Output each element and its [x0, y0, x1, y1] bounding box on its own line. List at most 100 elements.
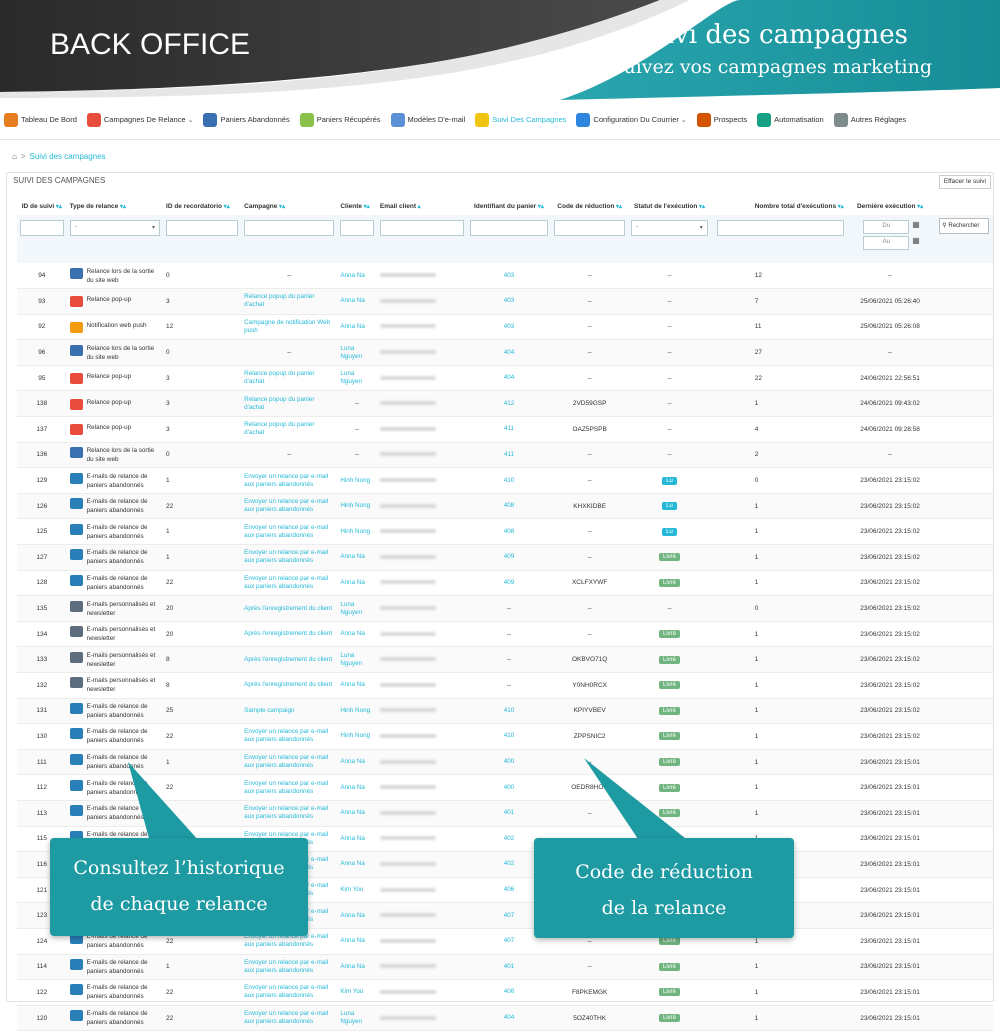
table-row[interactable]: 128 E-mails de relance de paniers abandon…	[17, 570, 993, 597]
filter-id-input[interactable]	[20, 220, 64, 236]
cart-link[interactable]: 403	[504, 323, 515, 330]
cart-link[interactable]: 404	[504, 374, 515, 381]
table-row[interactable]: 122 E-mails de relance de paniers abandon…	[17, 979, 993, 1006]
cart-link[interactable]: 411	[504, 425, 514, 432]
cart-link[interactable]: 402	[504, 860, 515, 867]
cart-link[interactable]: 406	[504, 886, 515, 893]
table-row[interactable]: 137 Relance pop-up 3 Relance popup du panie…	[17, 416, 993, 443]
client-link[interactable]: Luna Nguyen	[340, 345, 362, 360]
cart-link[interactable]: 404	[504, 1014, 515, 1021]
cart-link[interactable]: 407	[504, 912, 515, 919]
table-row[interactable]: 125 E-mails de relance de paniers abandon…	[17, 518, 993, 546]
campaign-link[interactable]: Envoyer un relance par e-mail aux panier…	[244, 805, 328, 820]
campaign-link[interactable]: Envoyer un relance par e-mail aux panier…	[244, 498, 328, 513]
client-link[interactable]: Kim You	[340, 988, 363, 995]
table-row[interactable]: 114 E-mails de relance de paniers abandon…	[17, 954, 993, 981]
campaign-link[interactable]: Après l'enregistrement du client	[244, 630, 332, 637]
campaign-link[interactable]: Envoyer un relance par e-mail aux panier…	[244, 959, 328, 974]
table-row[interactable]: 111 E-mails de relance de paniers abandon…	[17, 749, 993, 776]
column-header[interactable]: Identifiant du panier ▾▴	[467, 197, 551, 215]
filter-code-input[interactable]	[554, 220, 626, 236]
table-row[interactable]: 96 Relance lors de la sortie du site web 0…	[17, 339, 993, 366]
client-link[interactable]: Anna Na	[340, 784, 365, 791]
clear-tracking-button[interactable]: Effacer le suivi	[938, 175, 991, 189]
sort-icon[interactable]: ▾▴	[118, 204, 126, 210]
client-link[interactable]: Luna Nguyen	[340, 601, 362, 616]
nav-item-9[interactable]: Autres Réglages	[833, 112, 906, 127]
cart-link[interactable]: 410	[504, 707, 515, 714]
table-row[interactable]: 136 Relance lors de la sortie du site web…	[17, 442, 993, 469]
column-header[interactable]: ID de suivi ▾▴	[17, 197, 67, 215]
sort-icon[interactable]: ▾▴	[614, 204, 622, 210]
sort-icon[interactable]: ▾▴	[697, 204, 705, 210]
filter-rid-input[interactable]	[166, 220, 239, 236]
client-link[interactable]: Hinh Nong	[340, 502, 370, 509]
cart-link[interactable]: 407	[504, 937, 515, 944]
calendar-icon[interactable]: ▦	[912, 236, 920, 245]
sort-icon[interactable]: ▾▴	[222, 204, 230, 210]
campaign-link[interactable]: Relance popup du panier d'achat	[244, 421, 314, 436]
campaign-link[interactable]: Relance popup du panier d'achat	[244, 396, 314, 411]
table-row[interactable]: 132 E-mails personnalisés et newsletter 8 A…	[17, 672, 993, 699]
cart-link[interactable]: 401	[504, 963, 515, 970]
column-header[interactable]: Statut de l'exécution ▾▴	[628, 197, 710, 215]
table-row[interactable]: 131 E-mails de relance de paniers abandon…	[17, 698, 993, 725]
table-row[interactable]: 94 Relance lors de la sortie du site web 0…	[17, 263, 993, 290]
cart-link[interactable]: 410	[504, 732, 515, 739]
campaign-link[interactable]: Envoyer un relance par e-mail aux panier…	[244, 780, 328, 795]
filter-date-to[interactable]: Au	[863, 236, 910, 250]
campaign-link[interactable]: Envoyer un relance par e-mail aux panier…	[244, 1010, 328, 1025]
client-link[interactable]: Anna Na	[340, 681, 365, 688]
campaign-link[interactable]: Envoyer un relance par e-mail aux panier…	[244, 728, 328, 743]
cart-link[interactable]: 400	[504, 758, 515, 765]
table-row[interactable]: 120 E-mails de relance de paniers abandon…	[17, 1005, 993, 1031]
campaign-link[interactable]: Relance popup du panier d'achat	[244, 293, 314, 308]
table-row[interactable]: 112 E-mails de relance de paniers abandon…	[17, 774, 993, 801]
filter-client-input[interactable]	[340, 220, 374, 236]
nav-item-5[interactable]: Suivi Des Campagnes	[475, 112, 566, 127]
client-link[interactable]: Luna Nguyen	[340, 370, 362, 385]
client-link[interactable]: Hinh Nong	[340, 528, 370, 535]
table-row[interactable]: 113 E-mails de relance de paniers abandon…	[17, 800, 993, 827]
filter-total-input[interactable]	[716, 220, 844, 236]
campaign-link[interactable]: Sample campaign	[244, 707, 294, 714]
nav-item-1[interactable]: Campagnes De Relance ⌄	[86, 112, 193, 127]
client-link[interactable]: Hinh Nong	[340, 477, 370, 484]
sort-icon[interactable]: ▾▴	[54, 204, 62, 210]
client-link[interactable]: Anna Na	[340, 630, 365, 637]
campaign-link[interactable]: Envoyer un relance par e-mail aux panier…	[244, 549, 328, 564]
client-link[interactable]: Anna Na	[340, 553, 365, 560]
nav-item-4[interactable]: Modèles D'e-mail	[390, 112, 465, 127]
sort-icon[interactable]: ▴	[416, 204, 421, 210]
sort-icon[interactable]: ▾▴	[362, 204, 370, 210]
campaign-link[interactable]: Envoyer un relance par e-mail aux panier…	[244, 524, 328, 539]
column-header[interactable]: Nombre total d'exécutions ▾▴	[711, 197, 847, 215]
column-header[interactable]: Campagne ▾▴	[241, 197, 337, 215]
campaign-link[interactable]: Après l'enregistrement du client	[244, 681, 332, 688]
cart-link[interactable]: 401	[504, 809, 515, 816]
column-header[interactable]: ID de recordatorio ▾▴	[163, 197, 241, 215]
client-link[interactable]: Anna Na	[340, 937, 365, 944]
home-icon[interactable]: ⌂	[12, 152, 17, 161]
client-link[interactable]: Luna Nguyen	[340, 1010, 362, 1025]
nav-item-7[interactable]: Prospects	[696, 112, 747, 127]
client-link[interactable]: Luna Nguyen	[340, 652, 362, 667]
filter-cart-input[interactable]	[469, 220, 549, 236]
table-row[interactable]: 135 E-mails personnalisés et newsletter 20…	[17, 595, 993, 622]
calendar-icon[interactable]: ▦	[912, 220, 920, 229]
column-header[interactable]: Code de réduction ▾▴	[551, 197, 628, 215]
table-row[interactable]: 129 E-mails de relance de paniers abandon…	[17, 467, 993, 494]
table-row[interactable]: 95 Relance pop-up 3 Relance popup du panier…	[17, 365, 993, 392]
cart-link[interactable]: 408	[504, 528, 515, 535]
column-header[interactable]: Email client ▴	[377, 197, 467, 215]
campaign-link[interactable]: Après l'enregistrement du client	[244, 605, 332, 612]
client-link[interactable]: Anna Na	[340, 912, 365, 919]
nav-item-8[interactable]: Automatisation	[757, 112, 824, 127]
client-link[interactable]: Hinh Nong	[340, 732, 370, 739]
table-row[interactable]: 93 Relance pop-up 3 Relance popup du panier…	[17, 288, 993, 315]
campaign-link[interactable]: Envoyer un relance par e-mail aux panier…	[244, 984, 328, 999]
cart-link[interactable]: 402	[504, 835, 515, 842]
column-header[interactable]: Dernière exécution ▾▴	[847, 197, 933, 215]
cart-link[interactable]: 409	[504, 579, 515, 586]
client-link[interactable]: Anna Na	[340, 272, 365, 279]
